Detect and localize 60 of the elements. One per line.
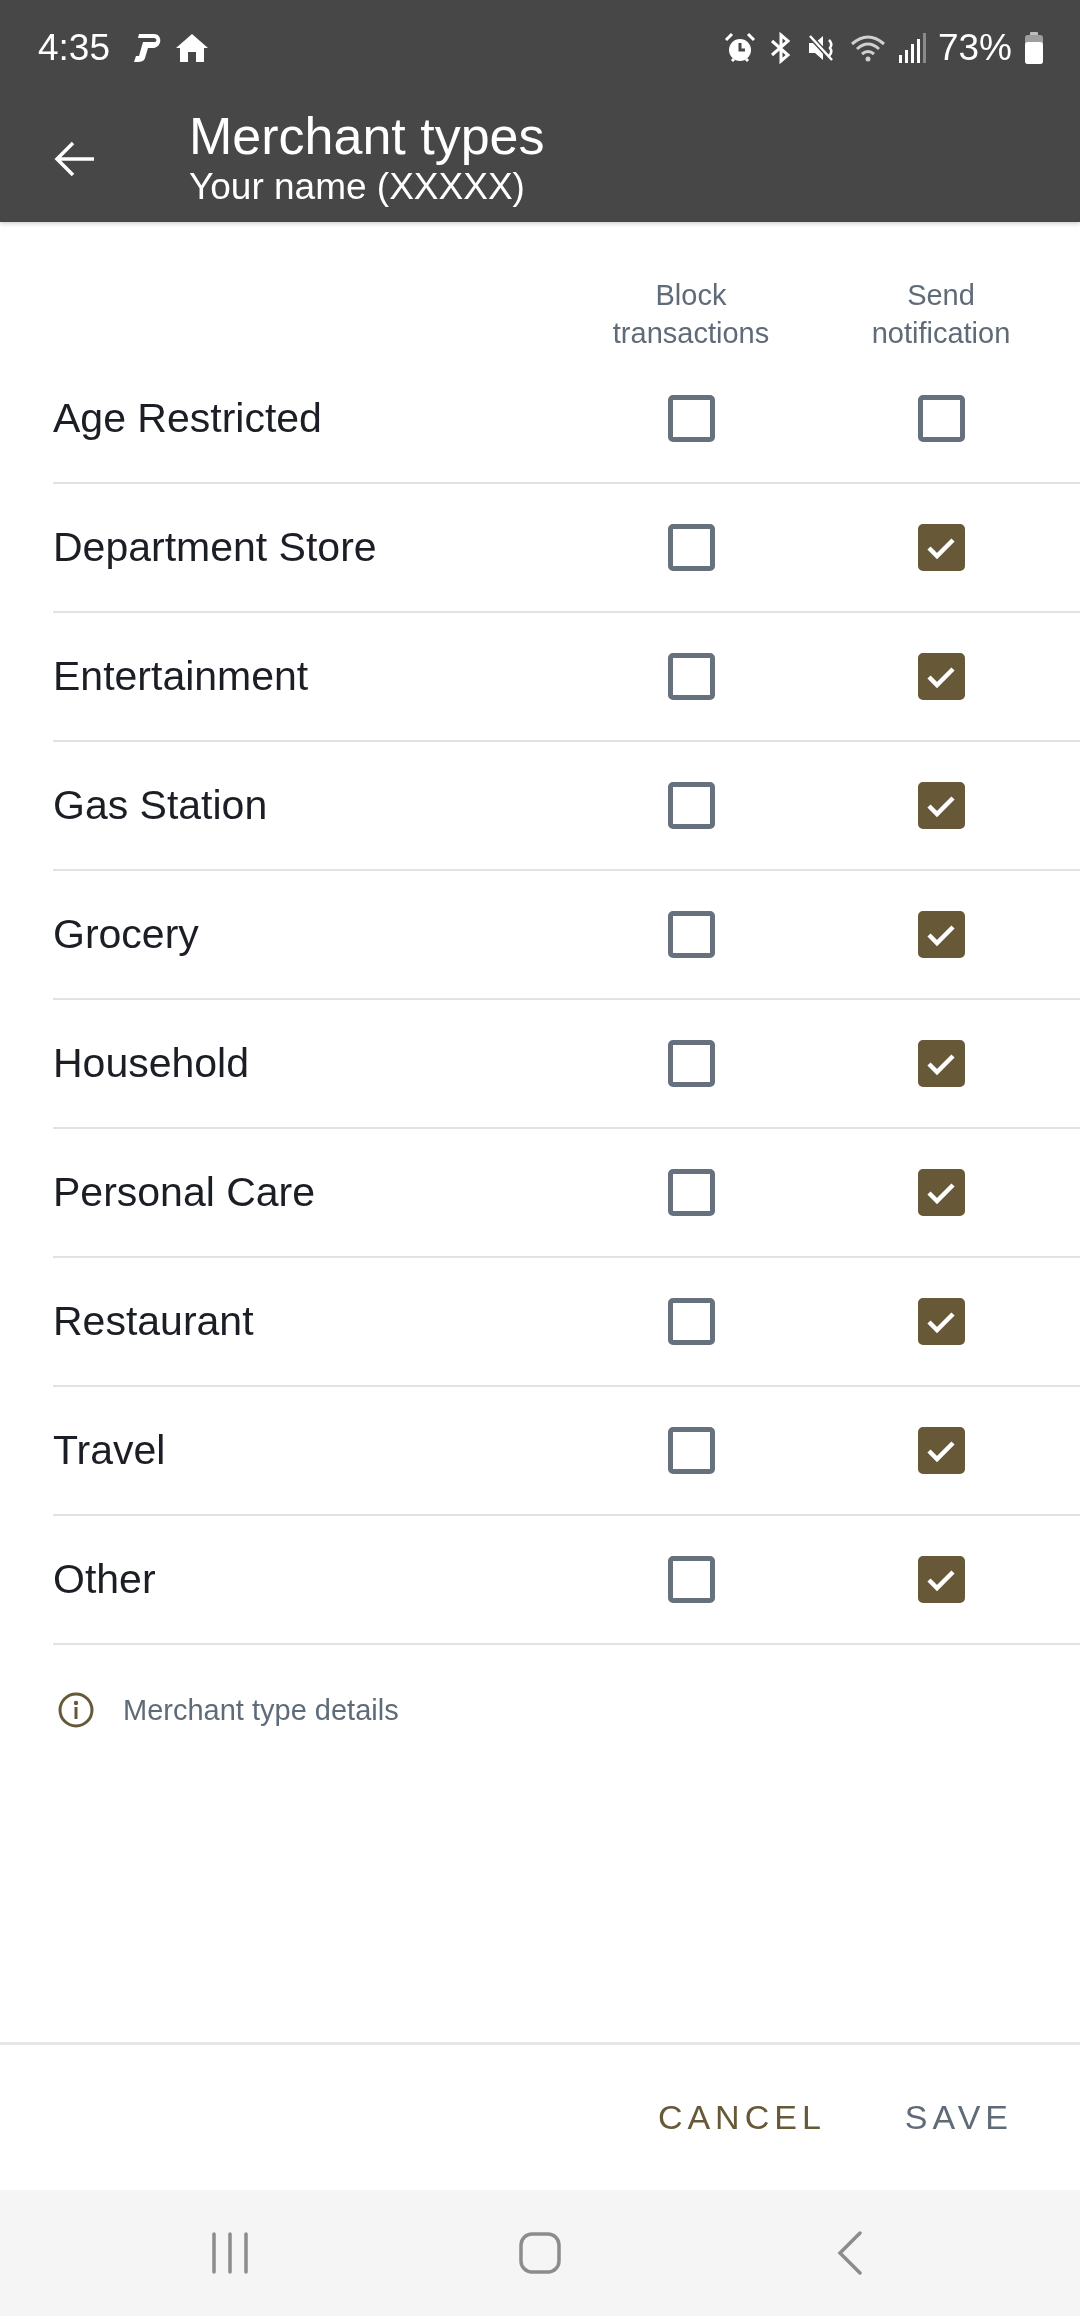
merchant-type-label: Personal Care — [53, 1169, 316, 1216]
home-icon — [174, 31, 210, 64]
back-nav-button[interactable] — [837, 2231, 863, 2275]
merchant-type-label: Department Store — [53, 524, 377, 571]
block-checkbox[interactable] — [667, 782, 715, 829]
checkmark-icon — [926, 1309, 956, 1334]
merchant-type-label: Household — [53, 1040, 250, 1087]
block-checkbox[interactable] — [667, 1298, 715, 1345]
checkmark-icon — [926, 922, 956, 947]
battery-icon — [1024, 31, 1044, 64]
block-checkbox[interactable] — [667, 911, 715, 958]
home-button[interactable] — [519, 2232, 561, 2274]
notify-checkbox[interactable] — [917, 653, 965, 700]
block-checkbox[interactable] — [667, 395, 715, 442]
merchant-type-label: Restaurant — [53, 1298, 254, 1345]
checkmark-icon — [926, 1051, 956, 1076]
alarm-icon — [723, 31, 756, 64]
notify-checkbox[interactable] — [917, 911, 965, 958]
block-checkbox[interactable] — [667, 1427, 715, 1474]
merchant-type-label: Travel — [53, 1427, 166, 1474]
merchant-type-label: Entertainment — [53, 653, 309, 700]
screen-subtitle: Your name (XXXXX) — [189, 165, 525, 209]
checkmark-icon — [926, 664, 956, 689]
merchant-type-label: Grocery — [53, 911, 199, 958]
checkmark-icon — [926, 1438, 956, 1463]
merchant-type-label: Other — [53, 1556, 156, 1603]
block-checkbox[interactable] — [667, 653, 715, 700]
recent-apps-button[interactable] — [211, 2232, 249, 2274]
battery-percent: 73% — [937, 29, 1012, 66]
block-checkbox[interactable] — [667, 1556, 715, 1603]
block-checkbox[interactable] — [667, 1040, 715, 1087]
notify-checkbox[interactable] — [917, 1427, 965, 1474]
notify-checkbox[interactable] — [917, 782, 965, 829]
notify-checkbox[interactable] — [917, 1556, 965, 1603]
checkmark-icon — [926, 535, 956, 560]
chevron-left-icon — [837, 2231, 863, 2275]
notify-checkbox[interactable] — [917, 1040, 965, 1087]
wifi-icon — [849, 33, 886, 62]
notify-checkbox[interactable] — [917, 1298, 965, 1345]
notify-checkbox[interactable] — [917, 524, 965, 571]
info-icon — [58, 1692, 94, 1728]
status-time: 4:35 — [38, 29, 110, 66]
signal-icon — [897, 32, 926, 63]
checkmark-icon — [926, 793, 956, 818]
merchant-type-details-link[interactable]: Merchant type details — [123, 1693, 399, 1727]
column-header: Send notification — [870, 278, 1012, 351]
block-checkbox[interactable] — [667, 1169, 715, 1216]
screen-title: Merchant types — [189, 107, 545, 164]
notify-checkbox[interactable] — [917, 395, 965, 442]
arrow-left-icon — [54, 140, 96, 177]
notify-checkbox[interactable] — [917, 1169, 965, 1216]
merchant-type-label: Age Restricted — [53, 395, 322, 442]
column-header: Block transactions — [611, 278, 771, 351]
block-checkbox[interactable] — [667, 524, 715, 571]
rounded-square-icon — [519, 2232, 561, 2274]
recent-apps-icon — [211, 2232, 249, 2274]
checkmark-icon — [926, 1180, 956, 1205]
checkmark-icon — [926, 1567, 956, 1592]
cancel-button[interactable]: CANCEL — [641, 2082, 842, 2153]
merchant-type-label: Gas Station — [53, 782, 268, 829]
